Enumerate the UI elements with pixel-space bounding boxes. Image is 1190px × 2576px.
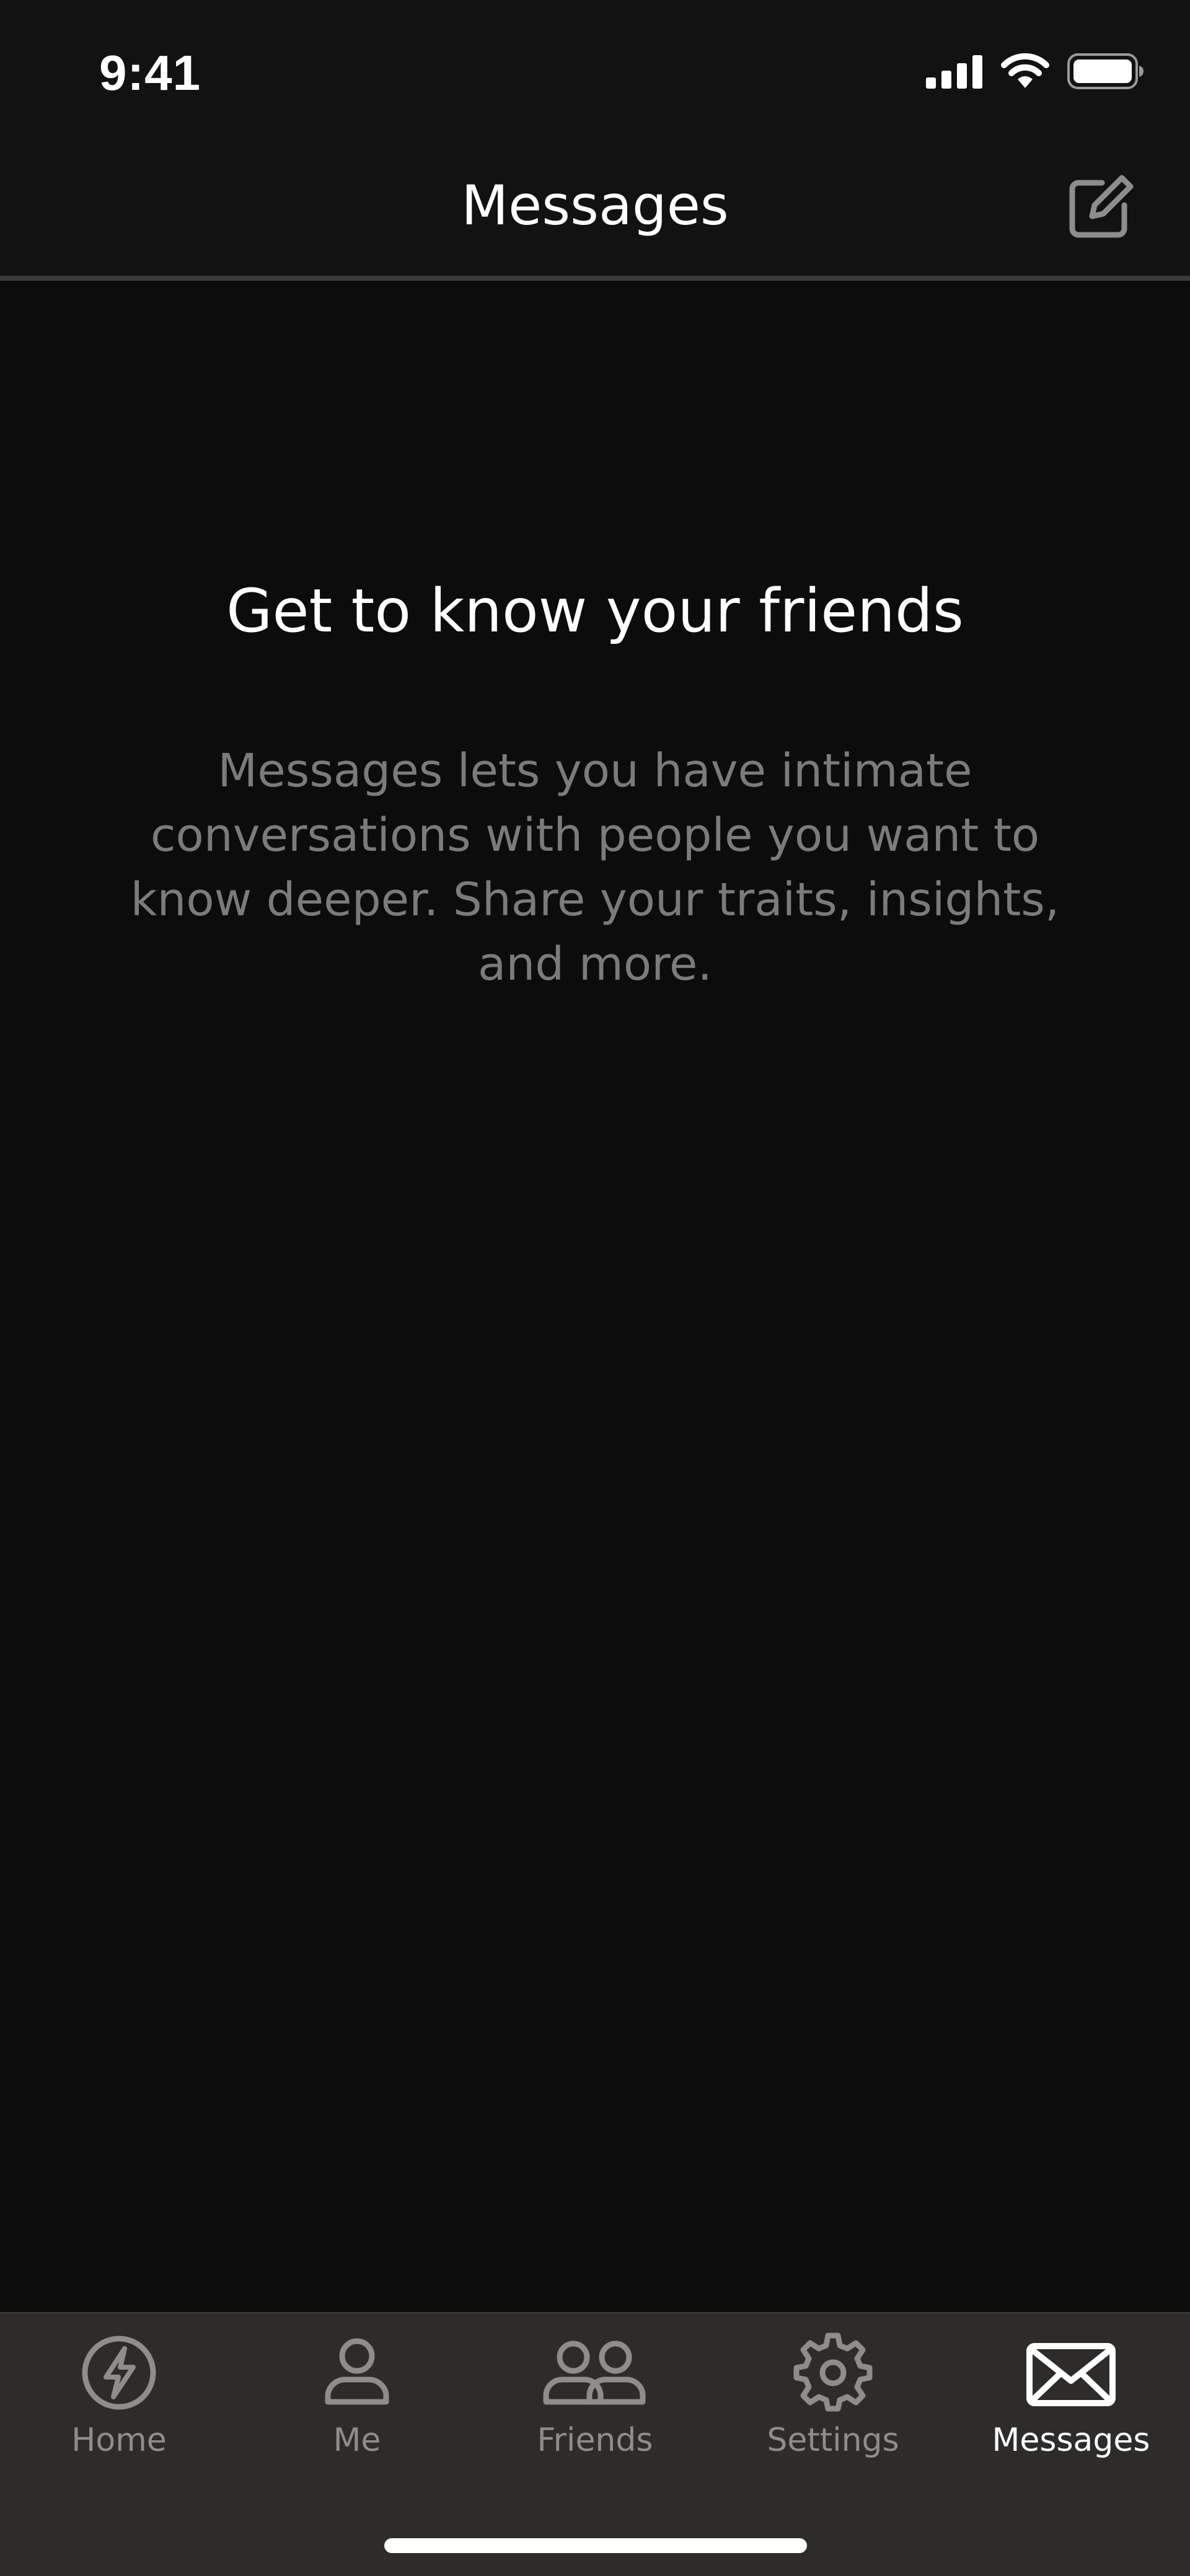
- people-icon: [543, 2341, 646, 2405]
- tab-settings[interactable]: Settings: [714, 2332, 952, 2481]
- empty-state-description: Messages lets you have intimate conversa…: [130, 744, 1060, 991]
- wifi-icon: [1001, 53, 1049, 88]
- tab-friends-label: Friends: [537, 2422, 653, 2459]
- tab-me-label: Me: [333, 2422, 381, 2459]
- person-icon: [325, 2338, 389, 2405]
- tab-me[interactable]: Me: [238, 2332, 476, 2481]
- empty-state-title: Get to know your friends: [226, 576, 964, 646]
- page-title: Messages: [461, 174, 729, 237]
- envelope-icon: [1026, 2343, 1116, 2406]
- status-icons: [926, 53, 1144, 89]
- tab-home-label: Home: [71, 2422, 167, 2459]
- compose-button[interactable]: [1062, 170, 1137, 245]
- tab-bar: Home Me Friends Settings Messages: [0, 2312, 1190, 2576]
- tab-messages-label: Messages: [992, 2422, 1150, 2459]
- gear-icon: [793, 2332, 873, 2412]
- home-indicator[interactable]: [384, 2538, 807, 2553]
- compose-icon: [1069, 175, 1134, 238]
- top-bar: 9:41 Messages: [0, 0, 1190, 281]
- tab-settings-label: Settings: [767, 2422, 899, 2459]
- battery-icon: [1067, 53, 1144, 89]
- tab-friends[interactable]: Friends: [476, 2332, 714, 2481]
- messages-screen: 9:41 Messages Get to know your friends M…: [0, 0, 1190, 2576]
- tab-messages[interactable]: Messages: [952, 2332, 1190, 2481]
- lightning-icon: [82, 2336, 156, 2410]
- tab-home[interactable]: Home: [0, 2332, 238, 2481]
- status-time: 9:41: [99, 45, 201, 100]
- cellular-signal-icon: [926, 55, 982, 89]
- empty-state: Get to know your friends Messages lets y…: [0, 576, 1190, 996]
